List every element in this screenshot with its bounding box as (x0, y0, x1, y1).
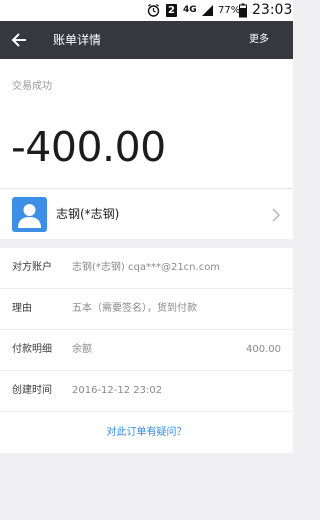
created-value: 2016-12-12 23:02 (72, 385, 163, 396)
payment-amount: 400.00 (246, 344, 281, 355)
page-title: 账单详情 (53, 33, 102, 47)
transaction-amount: -400.00 (11, 123, 166, 171)
clock-time: 23:03 (252, 2, 293, 18)
transaction-status: 交易成功 (12, 81, 52, 92)
transaction-summary: 交易成功 -400.00 志钢(*志钢) (0, 59, 293, 239)
payee-row[interactable]: 志钢(*志钢) (0, 189, 293, 239)
chevron-right-icon (271, 207, 281, 222)
counterparty-value: 志钢(*志钢) cqa***@21cn.com (72, 262, 221, 273)
order-question-link[interactable]: 对此订单有疑问？ (0, 412, 293, 453)
sim-card-indicator: 2 (166, 4, 177, 17)
arrow-left-icon[interactable] (10, 31, 28, 49)
reason-value: 五本（需要签名），货到付款 (72, 303, 197, 314)
status-bar: 2 4G 77% 23:03 (0, 0, 293, 21)
detail-row-payment: 付款明细 余额 400.00 (0, 330, 293, 371)
alarm-clock-icon (147, 0, 160, 21)
created-label: 创建时间 (12, 385, 52, 396)
network-type-label: 4G (183, 5, 197, 15)
battery-icon (239, 0, 247, 21)
reason-label: 理由 (12, 303, 32, 314)
app-bar: 账单详情 更多 (0, 21, 293, 59)
detail-row-counterparty: 对方账户 志钢(*志钢) cqa***@21cn.com (0, 248, 293, 289)
more-button[interactable]: 更多 (249, 21, 269, 59)
payee-name: 志钢(*志钢) (56, 207, 120, 221)
user-avatar-icon (12, 197, 47, 232)
battery-percent: 77% (218, 5, 241, 16)
detail-row-created: 创建时间 2016-12-12 23:02 (0, 371, 293, 412)
detail-row-reason: 理由 五本（需要签名），货到付款 (0, 289, 293, 330)
counterparty-label: 对方账户 (12, 262, 52, 273)
transaction-details: 对方账户 志钢(*志钢) cqa***@21cn.com 理由 五本（需要签名）… (0, 248, 293, 453)
payment-method: 余额 (72, 344, 92, 355)
signal-icon (201, 0, 214, 21)
payment-label: 付款明细 (12, 344, 52, 355)
